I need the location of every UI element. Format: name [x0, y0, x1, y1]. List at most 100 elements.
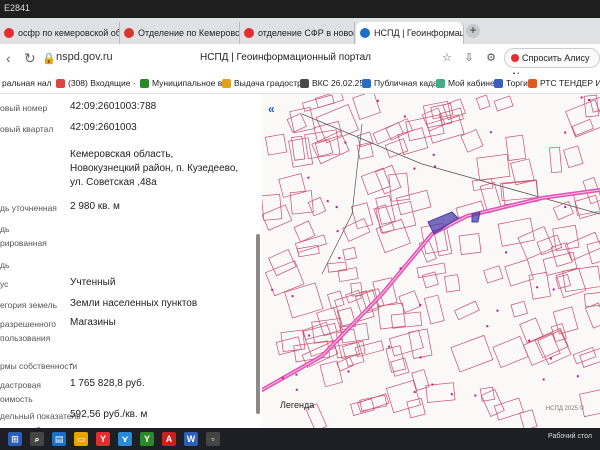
parcel-boundary	[483, 265, 504, 284]
pdf-icon[interactable]: A	[162, 432, 176, 446]
bookmark-inbox[interactable]: (308) Входящие ·	[56, 78, 136, 88]
parcel-boundary	[562, 265, 600, 293]
parcel-boundary	[278, 173, 307, 198]
parcel-info-panel: овый номер 42:09:2601003:788 овый квартал 4…	[0, 94, 262, 428]
parcel-marker	[536, 286, 539, 289]
info-row-label: овый квартал	[0, 124, 54, 134]
parcel-boundary	[289, 190, 314, 215]
info-row-label: егория земель	[0, 300, 58, 310]
info-row-value[interactable]: -	[70, 358, 73, 371]
parcel-boundary	[542, 251, 578, 276]
page-content: овый номер 42:09:2601003:788 овый квартал 4…	[0, 94, 600, 428]
parcel-boundary	[500, 179, 539, 202]
parcel-boundary	[504, 259, 534, 287]
taskbar-clock: Рабочий стол	[548, 433, 592, 440]
info-row-value[interactable]: Магазины	[70, 316, 116, 329]
parcel-marker	[295, 373, 298, 376]
parcel-marker	[552, 288, 555, 291]
explorer-icon[interactable]: ▤	[52, 432, 66, 446]
parcel-boundary	[398, 290, 421, 313]
cadastre-icon	[362, 78, 371, 88]
tab-label: осфр по кемеровской обл	[18, 28, 120, 38]
tab-sfr-novokuz[interactable]: отделение СФР в новоку	[240, 22, 355, 44]
word-icon[interactable]: W	[184, 432, 198, 446]
bookmark-gradplan[interactable]: Выдача градостр	[222, 78, 302, 88]
info-row-value[interactable]: 2 980 кв. м	[70, 200, 120, 213]
parcel-marker	[434, 165, 437, 168]
refresh-icon[interactable]: ↻	[24, 50, 36, 67]
yandex-icon	[4, 28, 14, 38]
bookmark-torgi[interactable]: Торги	[494, 78, 528, 88]
info-row-label: разрешенного	[0, 319, 57, 329]
panel-scrollbar[interactable]	[256, 234, 260, 414]
download-icon[interactable]: ⇩	[462, 51, 476, 65]
parcel-boundary	[388, 329, 424, 357]
tab-nspd[interactable]: НСПД | Геоинформаци ✕	[356, 22, 464, 44]
search-icon[interactable]: ⌕	[30, 432, 44, 446]
parcel-marker	[564, 205, 567, 208]
bookmark-vks[interactable]: ВКС 26.02.25	[300, 78, 364, 88]
parcel-boundary	[385, 345, 406, 373]
parcel-boundary	[341, 341, 365, 367]
parcel-marker	[431, 383, 434, 386]
info-row-value[interactable]: Учтенный	[70, 276, 115, 289]
bookmark-leading[interactable]: ральная нал	[2, 78, 52, 88]
bookmark-cabinet[interactable]: Мой кабинет	[436, 78, 498, 88]
collapse-panel-icon[interactable]: «	[268, 102, 275, 116]
info-row-value[interactable]: 42:09:2601003:788	[70, 100, 156, 113]
tab-osfr[interactable]: осфр по кемеровской обл	[0, 22, 120, 44]
parcel-boundary	[416, 262, 447, 279]
page-title: НСПД | Геоинформационный портал	[200, 52, 371, 63]
info-row-value[interactable]: 1 765 828,8 руб.	[70, 377, 145, 390]
bookmark-icon[interactable]: ☆	[440, 51, 454, 65]
parcel-boundary	[552, 200, 574, 221]
municipal-icon	[140, 78, 149, 88]
parcel-boundary	[262, 204, 293, 231]
start-icon[interactable]: ⊞	[8, 432, 22, 446]
ask-alice-button[interactable]: Спросить Алису AI	[504, 48, 600, 81]
info-row-value[interactable]: Земли населенных пунктов	[70, 297, 197, 310]
parcel-boundary	[479, 386, 495, 402]
parcel-boundary	[390, 357, 410, 377]
parcel-marker	[576, 375, 579, 378]
url-field[interactable]: nspd.gov.ru	[56, 51, 113, 63]
parcel-boundary	[357, 393, 390, 413]
info-row-value[interactable]: 42:09:2601003	[70, 121, 137, 134]
parcel-boundary	[442, 98, 466, 121]
info-row-value[interactable]: Кемеровская область,	[70, 148, 173, 161]
bookmark-municipal[interactable]: Муниципальное в	[140, 78, 222, 88]
extensions-icon[interactable]: ⚙	[484, 51, 498, 65]
app-y-icon[interactable]: Y	[140, 432, 154, 446]
os-top-strip: E2841	[0, 0, 600, 18]
info-row-label: рмы собственности	[0, 361, 78, 371]
parcel-boundary	[564, 231, 600, 261]
window-icon[interactable]: ▫	[206, 432, 220, 446]
cadastral-map[interactable]	[262, 94, 600, 428]
info-row-value[interactable]: 592,56 руб./кв. м	[70, 408, 147, 421]
parcel-marker	[281, 376, 284, 379]
parcel-boundary	[480, 388, 505, 417]
os-taskbar: ⊞ ⌕ ▤ ▭ Y ⋎ Y A W ▫ Рабочий стол	[0, 428, 600, 450]
parcel-boundary	[475, 94, 491, 110]
parcel-boundary	[493, 95, 514, 112]
parcel-boundary	[275, 336, 302, 356]
back-icon[interactable]: ‹	[6, 50, 11, 66]
bookmark-cadastre[interactable]: Публичная кадас	[362, 78, 442, 88]
legend-button[interactable]: Легенда	[280, 400, 314, 410]
parcel-boundary	[579, 387, 600, 418]
new-tab-button[interactable]: +	[466, 24, 480, 38]
info-row-label: дь	[0, 224, 10, 234]
info-row-value[interactable]: Новокузнецкий район, п. Кузедеево,	[70, 162, 238, 175]
yandex-browser-icon[interactable]: Y	[96, 432, 110, 446]
info-row-value[interactable]: ул. Советская ,48а	[70, 176, 157, 189]
parcel-boundary	[304, 129, 341, 160]
parcel-boundary	[350, 398, 375, 417]
bookmark-rts[interactable]: РТС ТЕНДЕР ИМ	[528, 78, 600, 88]
map-view[interactable]: « Легенда НСПД 2025 ©	[262, 94, 600, 428]
parcel-boundary	[342, 247, 357, 261]
tab-otdelenie[interactable]: Отделение по Кемеровс	[120, 22, 240, 44]
parcel-boundary	[411, 369, 430, 391]
parcel-boundary	[426, 114, 465, 144]
folder-icon[interactable]: ▭	[74, 432, 88, 446]
app-icon[interactable]: ⋎	[118, 432, 132, 446]
